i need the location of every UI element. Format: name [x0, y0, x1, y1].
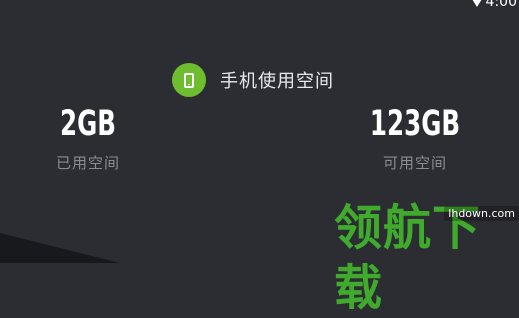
corner-shape [0, 233, 120, 263]
storage-header: 手机使用空间 [172, 63, 334, 97]
status-time: 4:00 [485, 0, 517, 10]
used-space-value: 2GB [60, 104, 116, 144]
wifi-icon [471, 0, 482, 7]
used-space-stat: 2GB 已用空间 [40, 104, 136, 173]
available-space-stat: 123GB 可用空间 [357, 104, 473, 173]
status-bar: 4:00 [471, 0, 517, 10]
header-title: 手机使用空间 [220, 71, 334, 92]
watermark-url: lhdown.com [444, 206, 519, 221]
available-space-value: 123GB [369, 104, 461, 144]
phone-icon [172, 63, 206, 97]
used-space-label: 已用空间 [55, 154, 120, 172]
available-space-label: 可用空间 [382, 154, 447, 172]
